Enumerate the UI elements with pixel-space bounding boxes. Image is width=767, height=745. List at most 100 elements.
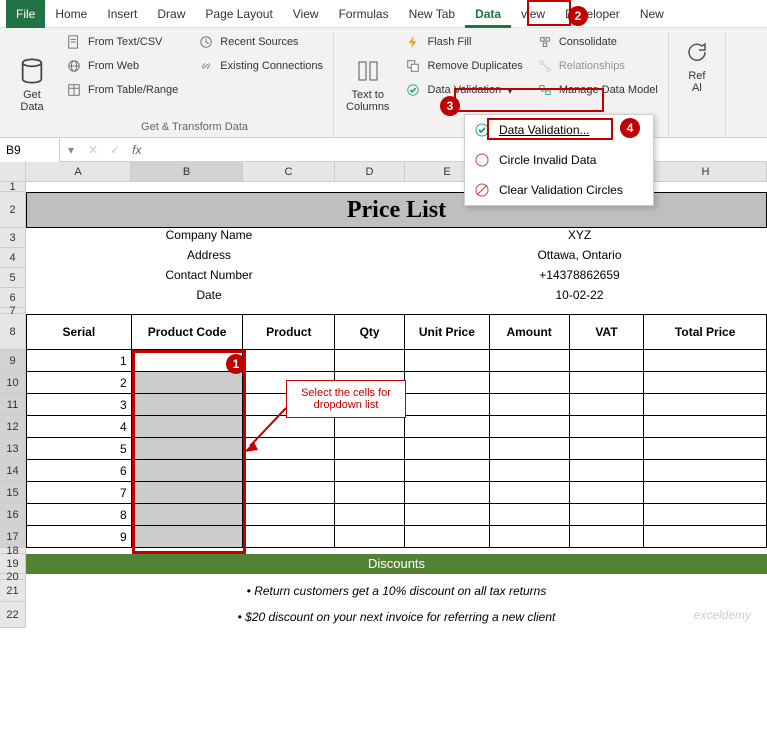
tab-page-layout[interactable]: Page Layout	[195, 0, 282, 28]
cell[interactable]: 1	[27, 350, 132, 371]
cell[interactable]	[644, 372, 766, 393]
cell[interactable]	[570, 416, 645, 437]
cell[interactable]	[644, 526, 766, 547]
cell[interactable]	[243, 482, 335, 503]
tab-insert[interactable]: Insert	[97, 0, 147, 28]
cell[interactable]: 3	[27, 394, 132, 415]
cell[interactable]: 6	[27, 460, 132, 481]
cell[interactable]: 7	[27, 482, 132, 503]
cell[interactable]	[490, 438, 570, 459]
row-header-4[interactable]: 4	[0, 248, 26, 268]
row-header-3[interactable]: 3	[0, 228, 26, 248]
cell[interactable]	[405, 460, 490, 481]
cell[interactable]	[243, 526, 335, 547]
cell[interactable]	[570, 350, 645, 371]
row-header-5[interactable]: 5	[0, 268, 26, 288]
cell[interactable]: 4	[27, 416, 132, 437]
formula-bar[interactable]	[148, 138, 767, 162]
cell[interactable]	[490, 416, 570, 437]
cell[interactable]	[570, 438, 645, 459]
column-header-H[interactable]: H	[645, 162, 767, 182]
row-header-8[interactable]: 8	[0, 314, 26, 350]
relationships-button[interactable]: Relationships	[533, 56, 662, 76]
cell[interactable]	[490, 504, 570, 525]
column-header-B[interactable]: B	[131, 162, 243, 182]
column-header-D[interactable]: D	[335, 162, 405, 182]
cell[interactable]	[490, 482, 570, 503]
cell[interactable]	[335, 350, 405, 371]
row-header-1[interactable]: 1	[0, 182, 26, 192]
chevron-down-icon[interactable]: ▾	[60, 143, 82, 157]
cell[interactable]	[405, 372, 490, 393]
cell[interactable]	[335, 438, 405, 459]
cell[interactable]	[405, 482, 490, 503]
row-header-2[interactable]: 2	[0, 192, 26, 228]
cell[interactable]	[570, 526, 645, 547]
tab-new-tab[interactable]: New Tab	[399, 0, 465, 28]
row-header-13[interactable]: 13	[0, 438, 26, 460]
row-header-14[interactable]: 14	[0, 460, 26, 482]
cell[interactable]	[644, 394, 766, 415]
select-all-corner[interactable]	[0, 162, 26, 182]
name-box[interactable]: B9	[0, 138, 60, 162]
from-table-range-button[interactable]: From Table/Range	[62, 80, 182, 100]
cell[interactable]: 2	[27, 372, 132, 393]
cell[interactable]	[405, 526, 490, 547]
row-header-22[interactable]: 22	[0, 602, 26, 628]
cell[interactable]	[490, 460, 570, 481]
cell[interactable]	[644, 350, 766, 371]
row-header-15[interactable]: 15	[0, 482, 26, 504]
text-to-columns-button[interactable]: Text to Columns	[340, 32, 395, 135]
tab-home[interactable]: Home	[45, 0, 97, 28]
cell[interactable]	[335, 526, 405, 547]
cell[interactable]	[335, 460, 405, 481]
consolidate-button[interactable]: Consolidate	[533, 32, 662, 52]
tab-new[interactable]: New	[630, 0, 674, 28]
row-header-21[interactable]: 21	[0, 580, 26, 602]
tab-data[interactable]: Data	[465, 0, 511, 28]
cell[interactable]	[570, 504, 645, 525]
cell[interactable]	[490, 372, 570, 393]
cell[interactable]	[243, 350, 335, 371]
cell[interactable]	[405, 504, 490, 525]
cell[interactable]	[644, 416, 766, 437]
row-header-16[interactable]: 16	[0, 504, 26, 526]
cell[interactable]	[490, 350, 570, 371]
cell[interactable]	[405, 416, 490, 437]
recent-sources-button[interactable]: Recent Sources	[194, 32, 327, 52]
cell[interactable]: 9	[27, 526, 132, 547]
column-header-C[interactable]: C	[243, 162, 335, 182]
cell[interactable]	[644, 482, 766, 503]
cell[interactable]	[570, 460, 645, 481]
cell[interactable]	[405, 438, 490, 459]
row-header-11[interactable]: 11	[0, 394, 26, 416]
cell[interactable]	[490, 394, 570, 415]
cell[interactable]	[644, 504, 766, 525]
cell[interactable]	[570, 394, 645, 415]
from-text-csv-button[interactable]: From Text/CSV	[62, 32, 182, 52]
cell[interactable]	[490, 526, 570, 547]
cell[interactable]: 8	[27, 504, 132, 525]
existing-connections-button[interactable]: Existing Connections	[194, 56, 327, 76]
cell[interactable]	[644, 460, 766, 481]
cell[interactable]	[335, 416, 405, 437]
cell[interactable]	[570, 372, 645, 393]
tab-view[interactable]: View	[283, 0, 329, 28]
cell[interactable]	[243, 460, 335, 481]
fx-button[interactable]: fx	[126, 143, 147, 157]
cell[interactable]	[644, 438, 766, 459]
cell[interactable]	[570, 482, 645, 503]
row-header-12[interactable]: 12	[0, 416, 26, 438]
tab-draw[interactable]: Draw	[147, 0, 195, 28]
cell[interactable]	[335, 504, 405, 525]
cell[interactable]	[405, 350, 490, 371]
column-header-A[interactable]: A	[26, 162, 131, 182]
get-data-button[interactable]: Get Data	[10, 32, 54, 135]
menu-circle-invalid[interactable]: Circle Invalid Data	[465, 145, 653, 175]
cell[interactable]: 5	[27, 438, 132, 459]
row-header-10[interactable]: 10	[0, 372, 26, 394]
refresh-all-button[interactable]: Ref Al	[675, 32, 719, 98]
cell[interactable]	[243, 504, 335, 525]
remove-duplicates-button[interactable]: Remove Duplicates	[401, 56, 526, 76]
flash-fill-button[interactable]: Flash Fill	[401, 32, 526, 52]
